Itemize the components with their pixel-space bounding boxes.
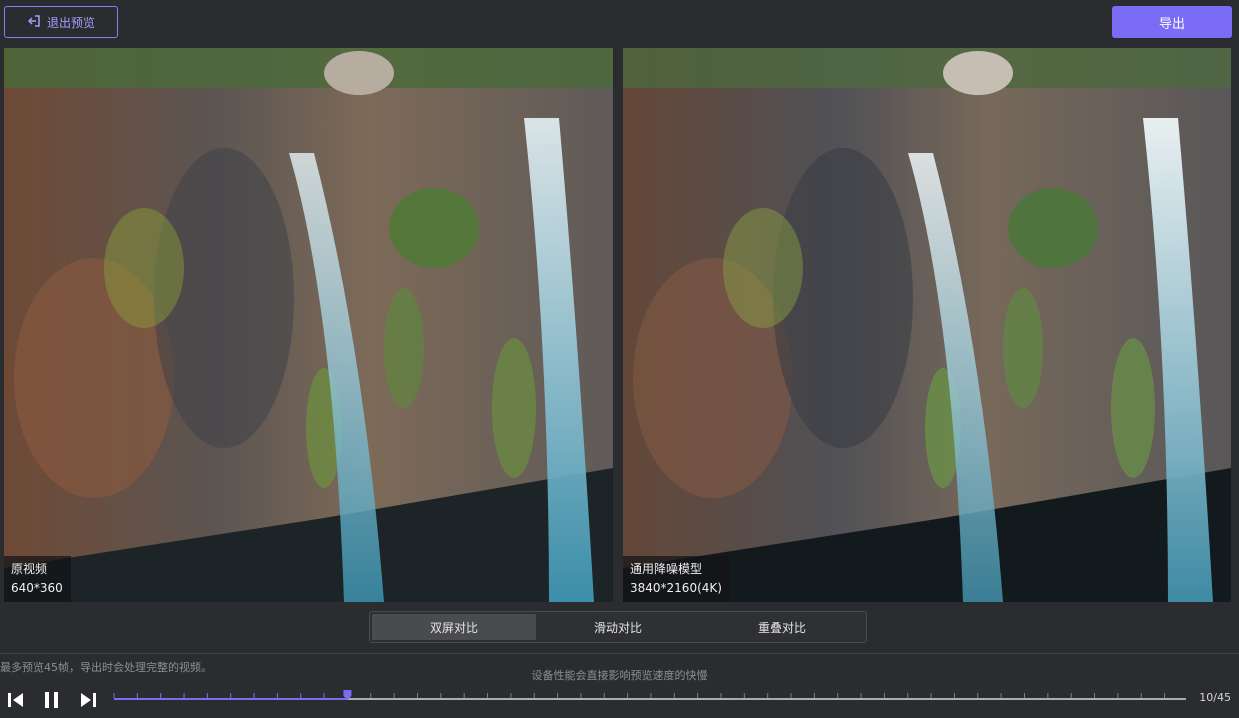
original-video-resolution: 640*360	[11, 581, 63, 595]
export-button[interactable]: 导出	[1112, 6, 1232, 38]
enhanced-video-title: 通用降噪模型	[630, 562, 703, 576]
frame-counter: 10/45	[1199, 691, 1231, 704]
exit-preview-label: 退出预览	[46, 15, 95, 30]
tab-slide-compare[interactable]: 滑动对比	[536, 614, 700, 640]
frame-timeline[interactable]	[113, 688, 1186, 708]
exit-preview-button[interactable]: 退出预览	[4, 6, 118, 38]
divider	[0, 653, 1239, 654]
original-video-title: 原视频	[11, 562, 48, 576]
tab-overlay-compare[interactable]: 重叠对比	[700, 614, 864, 640]
original-video-pane: 原视频 640*360	[4, 48, 613, 602]
step-forward-button[interactable]	[77, 689, 99, 711]
compare-mode-tabs: 双屏对比 滑动对比 重叠对比	[369, 611, 867, 643]
step-forward-icon	[81, 693, 96, 707]
tab-split-screen[interactable]: 双屏对比	[372, 614, 536, 640]
step-backward-button[interactable]	[5, 689, 27, 711]
enhanced-video-resolution: 3840*2160(4K)	[630, 581, 722, 595]
waterfall-frame-original	[4, 48, 613, 602]
waterfall-frame-enhanced	[623, 48, 1231, 602]
enhanced-video-caption: 通用降噪模型 3840*2160(4K)	[623, 556, 730, 602]
exit-arrow-icon	[27, 14, 41, 31]
step-backward-icon	[8, 693, 23, 707]
performance-hint: 设备性能会直接影响预览速度的快慢	[531, 669, 708, 682]
export-label: 导出	[1158, 16, 1185, 32]
pause-icon	[45, 692, 58, 708]
pause-button[interactable]	[41, 689, 63, 711]
enhanced-video-pane: 通用降噪模型 3840*2160(4K)	[623, 48, 1231, 602]
original-video-caption: 原视频 640*360	[4, 556, 71, 602]
